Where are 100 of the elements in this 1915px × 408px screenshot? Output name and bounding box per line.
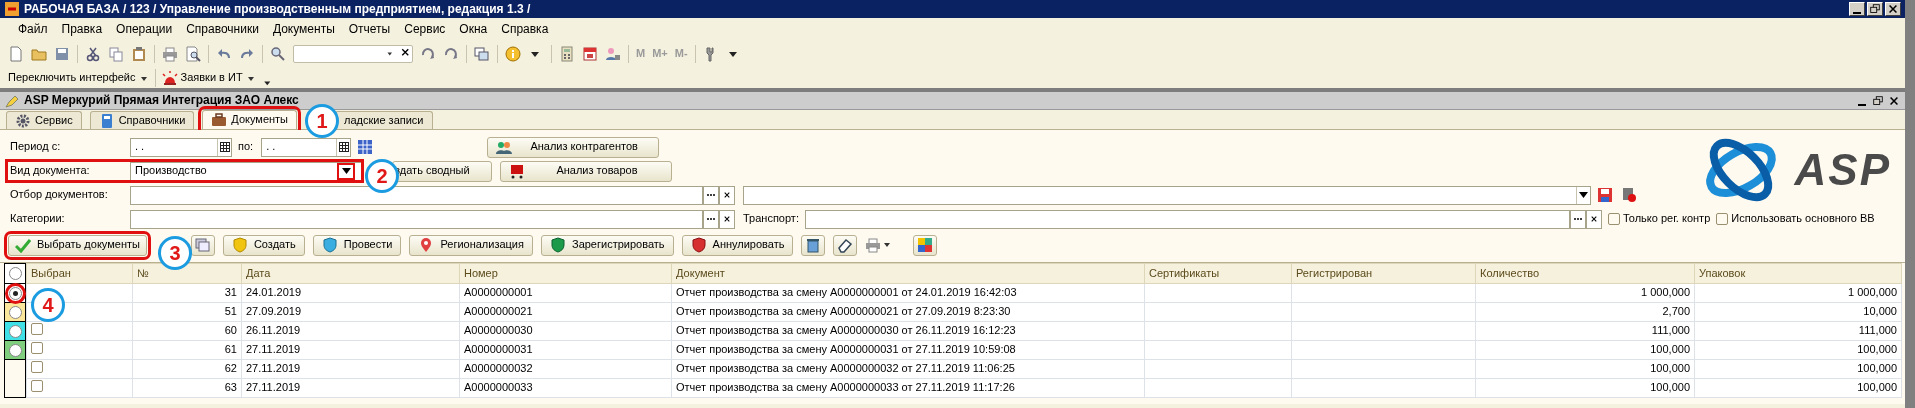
trash-button[interactable]: [801, 234, 826, 256]
close-button[interactable]: [1885, 2, 1901, 16]
new-document-button[interactable]: [8, 46, 24, 62]
column-header[interactable]: Упаковок: [1694, 263, 1902, 284]
menu-item[interactable]: Файл: [18, 21, 48, 37]
menu-item[interactable]: Окна: [459, 21, 488, 37]
action-button[interactable]: Аннулировать: [681, 234, 794, 256]
analysis-button[interactable]: Анализ контрагентов: [487, 136, 660, 158]
restore-button[interactable]: [1867, 2, 1883, 16]
windows-button[interactable]: [190, 234, 215, 256]
print-preview-button[interactable]: [185, 46, 201, 62]
column-header[interactable]: Документ: [671, 263, 1145, 284]
field-value: Производство: [135, 164, 207, 178]
date-field[interactable]: . .: [130, 137, 232, 157]
menu-item[interactable]: Операции: [116, 21, 173, 37]
tab-label: ладские записи: [344, 113, 424, 128]
menu-item[interactable]: Справка: [501, 21, 549, 37]
analysis-button[interactable]: Анализ товаров: [500, 160, 672, 182]
circular-arrow-button[interactable]: [420, 46, 436, 62]
tab[interactable]: ладские записи: [335, 111, 433, 129]
dropdown-button[interactable]: [1576, 186, 1590, 204]
column-header[interactable]: Регистрирован: [1291, 263, 1476, 284]
paste-button[interactable]: [131, 46, 147, 62]
clear-button[interactable]: [719, 185, 735, 205]
info-button[interactable]: [505, 46, 521, 62]
record-button[interactable]: [1621, 187, 1637, 203]
checkbox[interactable]: [31, 323, 43, 336]
select-button[interactable]: [703, 209, 719, 229]
column-header[interactable]: №: [132, 263, 242, 284]
action-button[interactable]: Создать: [222, 234, 305, 256]
field-label: по:: [238, 140, 254, 154]
filter-value-field[interactable]: [743, 185, 1591, 205]
column-header[interactable]: Номер: [459, 263, 672, 284]
action-button[interactable]: Регионализация: [409, 234, 533, 256]
menu-item[interactable]: Сервис: [404, 21, 446, 37]
calendar-button[interactable]: [217, 138, 231, 156]
windows-button[interactable]: [474, 46, 490, 62]
ellipsis-icon: [1572, 217, 1583, 221]
shield-icon: [231, 237, 248, 253]
restore-button[interactable]: [1871, 93, 1885, 108]
menu-item[interactable]: Отчеты: [348, 21, 391, 37]
caret-icon: [1579, 192, 1588, 198]
search-field[interactable]: [293, 45, 413, 63]
eraser-button[interactable]: [833, 234, 858, 256]
circular-arrow-icon: [420, 46, 436, 62]
requests-button[interactable]: Заявки в ИТ: [161, 70, 256, 86]
select-button[interactable]: [703, 185, 719, 205]
users-button[interactable]: [605, 46, 621, 62]
document-type-field[interactable]: Производство: [130, 161, 362, 181]
circular-arrow-icon: [443, 46, 459, 62]
menu-item[interactable]: Справочники: [186, 21, 259, 37]
calendar-button[interactable]: [336, 138, 351, 156]
switch-interface-button[interactable]: Переключить интерфейс: [8, 71, 149, 85]
checkbox-option[interactable]: Только рег. контр: [1607, 212, 1711, 226]
column-header[interactable]: Выбран: [26, 263, 133, 284]
filter-field[interactable]: [130, 185, 703, 205]
checkbox[interactable]: [31, 380, 43, 393]
folder-button[interactable]: [31, 46, 47, 62]
floppy-disk-button[interactable]: [1597, 187, 1613, 203]
tab-label: Документы: [231, 113, 288, 127]
column-header[interactable]: Сертификаты: [1144, 263, 1292, 284]
restore-icon: [1869, 3, 1881, 15]
clear-button[interactable]: [719, 209, 735, 229]
checkbox-option[interactable]: Использовать основного ВВ: [1716, 212, 1875, 226]
transport-field[interactable]: [804, 209, 1570, 229]
calendar-grid-icon: [219, 142, 230, 152]
printer-button[interactable]: [162, 46, 178, 62]
tab[interactable]: Сервис: [6, 111, 82, 129]
close-icon: [1888, 94, 1900, 107]
checkbox[interactable]: [31, 361, 43, 374]
menu-item[interactable]: Документы: [272, 21, 335, 37]
calculator-button[interactable]: [559, 46, 575, 62]
date-value: . .: [135, 140, 145, 154]
action-button[interactable]: Зарегистрировать: [541, 234, 674, 256]
action-button[interactable]: Провести: [312, 234, 402, 256]
circular-arrow-button[interactable]: [443, 46, 459, 62]
date-field[interactable]: . .: [261, 137, 352, 157]
checkbox[interactable]: [31, 342, 43, 355]
search-button[interactable]: [270, 46, 286, 62]
categories-field[interactable]: [130, 209, 703, 229]
print-button[interactable]: [865, 237, 892, 253]
column-header[interactable]: Дата: [241, 263, 460, 284]
cart-icon: [509, 163, 525, 179]
dropdown-button[interactable]: [337, 162, 355, 180]
gear-icon: [15, 112, 31, 129]
tab[interactable]: Справочники: [89, 111, 195, 129]
folder-icon: [31, 46, 47, 62]
printer-icon: [162, 46, 178, 62]
calendar-grid-button[interactable]: [357, 139, 374, 155]
cut-button[interactable]: [85, 46, 101, 62]
palette-icon: [917, 237, 934, 253]
menu-item[interactable]: Правка: [61, 21, 103, 37]
save-button[interactable]: [54, 46, 70, 62]
shield-icon: [550, 237, 566, 253]
cut-icon: [85, 46, 101, 62]
minimize-button[interactable]: [1849, 2, 1865, 16]
palette-button[interactable]: [913, 234, 938, 256]
column-header[interactable]: Количество: [1475, 263, 1695, 284]
close-icon: [1887, 3, 1899, 15]
summary-button[interactable]: здать сводный: [392, 160, 492, 182]
